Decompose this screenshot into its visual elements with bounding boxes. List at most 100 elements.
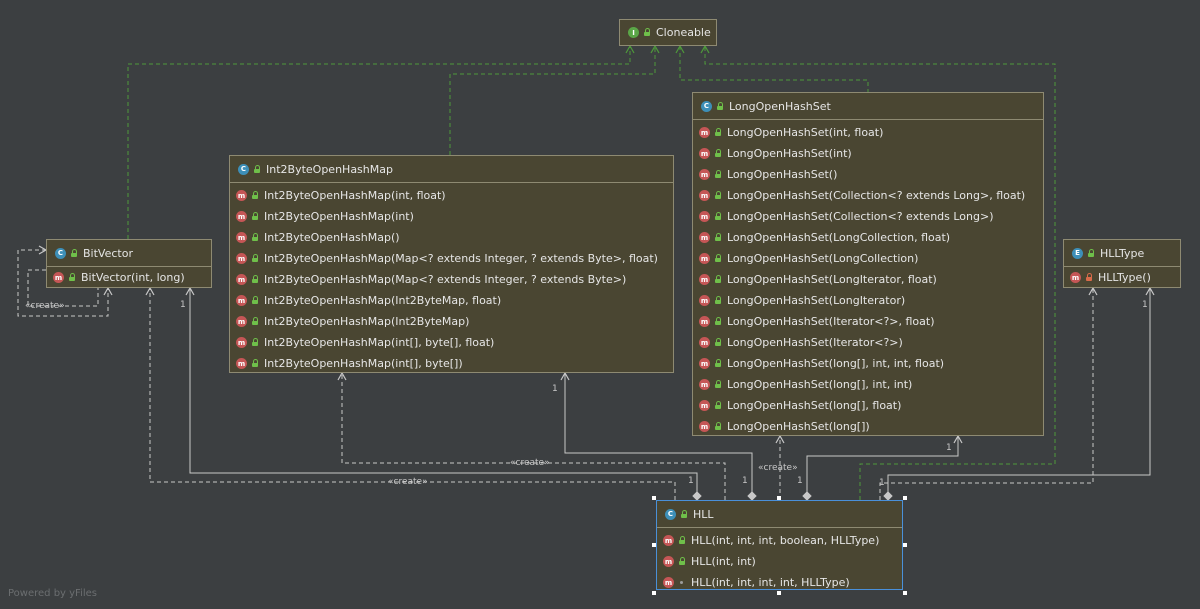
method-icon: m bbox=[699, 148, 710, 159]
int2byte-open-hash-map-node[interactable]: C Int2ByteOpenHashMap m Int2ByteOpenHashM… bbox=[229, 155, 674, 373]
multiplicity-label: 1 bbox=[946, 443, 952, 453]
public-visibility-icon bbox=[714, 296, 722, 305]
method-icon: m bbox=[699, 211, 710, 222]
method-row[interactable]: m Int2ByteOpenHashMap(Int2ByteMap, float) bbox=[230, 290, 673, 311]
method-row[interactable]: m LongOpenHashSet(Collection<? extends Lo… bbox=[693, 206, 1043, 227]
method-icon: m bbox=[699, 421, 710, 432]
method-row[interactable]: m HLL(int, int, int, boolean, HLLType) bbox=[657, 530, 902, 551]
node-title: HLL bbox=[693, 507, 714, 521]
method-icon: m bbox=[699, 253, 710, 264]
method-icon: m bbox=[236, 337, 247, 348]
node-title: Cloneable bbox=[656, 26, 711, 39]
method-row[interactable]: m Int2ByteOpenHashMap(int[], byte[], floa… bbox=[230, 332, 673, 353]
method-icon: m bbox=[699, 295, 710, 306]
method-signature: HLLType() bbox=[1098, 271, 1151, 284]
method-signature: LongOpenHashSet(Collection<? extends Lon… bbox=[727, 210, 994, 223]
method-signature: LongOpenHashSet(int, float) bbox=[727, 126, 884, 139]
selection-handle[interactable] bbox=[652, 543, 656, 547]
method-row[interactable]: m LongOpenHashSet(Iterator<?>) bbox=[693, 332, 1043, 353]
method-row[interactable]: m LongOpenHashSet(int, float) bbox=[693, 122, 1043, 143]
method-row[interactable]: m LongOpenHashSet(Collection<? extends Lo… bbox=[693, 185, 1043, 206]
method-row[interactable]: m LongOpenHashSet(LongCollection, float) bbox=[693, 227, 1043, 248]
realization-arrowheads bbox=[625, 44, 710, 54]
public-visibility-icon bbox=[714, 422, 722, 431]
method-row[interactable]: m LongOpenHashSet(LongIterator) bbox=[693, 290, 1043, 311]
public-visibility-icon bbox=[70, 248, 78, 258]
method-signature: Int2ByteOpenHashMap(Int2ByteMap) bbox=[264, 315, 470, 328]
multiplicity-label: 1 bbox=[180, 300, 186, 310]
method-signature: LongOpenHashSet(LongIterator, float) bbox=[727, 273, 937, 286]
method-signature: Int2ByteOpenHashMap(int[], byte[]) bbox=[264, 357, 463, 370]
class-icon: C bbox=[701, 100, 712, 112]
hll-type-header: E HLLType bbox=[1064, 240, 1180, 267]
public-visibility-icon bbox=[251, 275, 259, 284]
method-icon: m bbox=[1070, 272, 1081, 283]
method-row[interactable]: m Int2ByteOpenHashMap() bbox=[230, 227, 673, 248]
long-open-hash-set-node[interactable]: C LongOpenHashSet m LongOpenHashSet(int, … bbox=[692, 92, 1044, 436]
method-signature: LongOpenHashSet(long[]) bbox=[727, 420, 870, 433]
method-signature: Int2ByteOpenHashMap(int, float) bbox=[264, 189, 446, 202]
selection-handle[interactable] bbox=[903, 543, 907, 547]
cloneable-header: I Cloneable bbox=[620, 20, 716, 45]
method-signature: LongOpenHashSet(Iterator<?>, float) bbox=[727, 315, 935, 328]
public-visibility-icon bbox=[678, 557, 686, 566]
selection-handle[interactable] bbox=[777, 496, 781, 500]
method-row[interactable]: m LongOpenHashSet(LongCollection) bbox=[693, 248, 1043, 269]
selection-handle[interactable] bbox=[903, 591, 907, 595]
method-row[interactable]: m Int2ByteOpenHashMap(int[], byte[]) bbox=[230, 353, 673, 374]
method-row[interactable]: m Int2ByteOpenHashMap(int, float) bbox=[230, 185, 673, 206]
method-icon: m bbox=[236, 358, 247, 369]
method-row[interactable]: m LongOpenHashSet(Iterator<?>, float) bbox=[693, 311, 1043, 332]
method-signature: LongOpenHashSet(long[], int, int) bbox=[727, 378, 913, 391]
method-row[interactable]: m LongOpenHashSet(long[], float) bbox=[693, 395, 1043, 416]
method-row[interactable]: m Int2ByteOpenHashMap(int) bbox=[230, 206, 673, 227]
hll-node[interactable]: C HLL m HLL(int, int, int, boolean, HLLTy… bbox=[656, 500, 903, 590]
method-icon: m bbox=[236, 316, 247, 327]
method-row[interactable]: m Int2ByteOpenHashMap(Map<? extends Integ… bbox=[230, 269, 673, 290]
method-signature: BitVector(int, long) bbox=[81, 271, 185, 284]
method-row[interactable]: m LongOpenHashSet(int) bbox=[693, 143, 1043, 164]
hll-header: C HLL bbox=[657, 501, 902, 528]
method-signature: Int2ByteOpenHashMap(Map<? extends Intege… bbox=[264, 252, 658, 265]
method-row[interactable]: m Int2ByteOpenHashMap(Int2ByteMap) bbox=[230, 311, 673, 332]
long-open-hash-set-header: C LongOpenHashSet bbox=[693, 93, 1043, 120]
method-row[interactable]: m HLL(int, int) bbox=[657, 551, 902, 572]
method-signature: Int2ByteOpenHashMap(int) bbox=[264, 210, 414, 223]
method-signature: LongOpenHashSet(long[], float) bbox=[727, 399, 902, 412]
public-visibility-icon bbox=[714, 212, 722, 221]
method-signature: LongOpenHashSet(Collection<? extends Lon… bbox=[727, 189, 1026, 202]
method-row[interactable]: m LongOpenHashSet() bbox=[693, 164, 1043, 185]
method-icon: m bbox=[53, 272, 64, 283]
public-visibility-icon bbox=[714, 317, 722, 326]
node-title: BitVector bbox=[83, 246, 133, 260]
method-row[interactable]: m LongOpenHashSet(long[], int, int) bbox=[693, 374, 1043, 395]
method-row[interactable]: m LongOpenHashSet(long[], int, int, float… bbox=[693, 353, 1043, 374]
method-signature: LongOpenHashSet(Iterator<?>) bbox=[727, 336, 903, 349]
method-signature: Int2ByteOpenHashMap(Int2ByteMap, float) bbox=[264, 294, 502, 307]
multiplicity-label: 1 bbox=[552, 384, 558, 394]
create-label-bitvector-self: «create» bbox=[25, 301, 65, 311]
selection-handle[interactable] bbox=[903, 496, 907, 500]
selection-handle[interactable] bbox=[652, 591, 656, 595]
method-signature: HLL(int, int) bbox=[691, 555, 756, 568]
method-row[interactable]: m HLLType() bbox=[1064, 267, 1180, 288]
multiplicity-label: 1 bbox=[688, 476, 694, 486]
method-row[interactable]: m Int2ByteOpenHashMap(Map<? extends Integ… bbox=[230, 248, 673, 269]
method-row[interactable]: m LongOpenHashSet(long[]) bbox=[693, 416, 1043, 437]
selection-handle[interactable] bbox=[652, 496, 656, 500]
method-row[interactable]: m LongOpenHashSet(LongIterator, float) bbox=[693, 269, 1043, 290]
create-label-bitvector: «create» bbox=[388, 477, 428, 487]
public-visibility-icon bbox=[251, 233, 259, 242]
method-icon: m bbox=[699, 358, 710, 369]
method-icon: m bbox=[699, 337, 710, 348]
selection-handle[interactable] bbox=[777, 591, 781, 595]
hll-type-node[interactable]: E HLLType m HLLType() bbox=[1063, 239, 1181, 288]
method-row[interactable]: m BitVector(int, long) bbox=[47, 267, 211, 288]
edge-int2byte-cloneable bbox=[449, 46, 656, 155]
node-title: HLLType bbox=[1100, 246, 1145, 260]
cloneable-node[interactable]: I Cloneable bbox=[619, 19, 717, 46]
public-visibility-icon bbox=[251, 212, 259, 221]
bit-vector-node[interactable]: C BitVector m BitVector(int, long) bbox=[46, 239, 212, 288]
method-row[interactable]: m HLL(int, int, int, int, HLLType) bbox=[657, 572, 902, 593]
method-signature: HLL(int, int, int, boolean, HLLType) bbox=[691, 534, 880, 547]
